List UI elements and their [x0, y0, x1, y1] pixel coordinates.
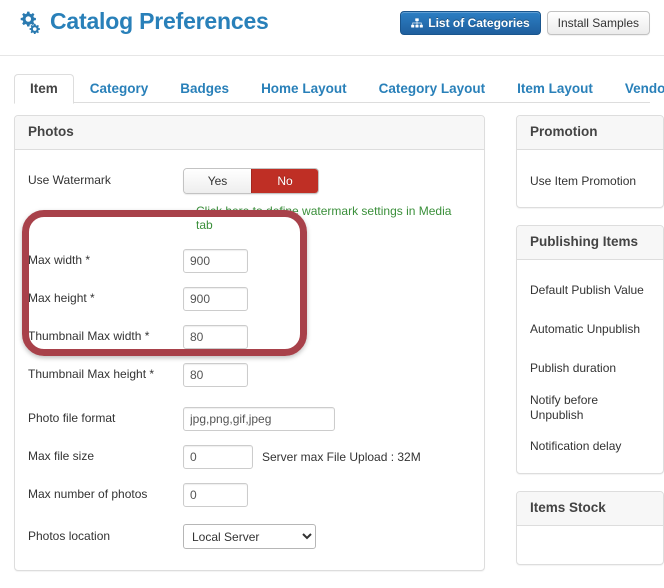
tab-category[interactable]: Category — [74, 74, 165, 104]
photos-panel-header: Photos — [15, 116, 484, 150]
list-of-categories-button[interactable]: List of Categories — [400, 11, 541, 35]
install-samples-label: Install Samples — [557, 16, 639, 30]
photo-file-format-row: Photo file format — [28, 400, 471, 438]
items-stock-panel: Items Stock — [516, 490, 664, 565]
promotion-panel: Promotion Use Item Promotion — [516, 115, 664, 208]
max-file-size-input[interactable] — [183, 444, 253, 469]
photos-location-select[interactable]: Local Server — [183, 524, 316, 550]
thumbnail-max-height-label: Thumbnail Max height * — [28, 367, 155, 382]
page-title-group: Catalog Preferences — [17, 8, 269, 35]
tab-category-layout[interactable]: Category Layout — [363, 74, 502, 104]
thumbnail-max-height-row: Thumbnail Max height * — [28, 356, 471, 394]
thumbnail-max-width-row: Thumbnail Max width * — [28, 318, 471, 356]
photos-panel-body: Use Watermark Yes No Click here to defin… — [15, 150, 484, 570]
tab-home-layout[interactable]: Home Layout — [245, 74, 363, 104]
promotion-panel-title: Promotion — [530, 124, 598, 139]
tab-item[interactable]: Item — [14, 73, 74, 104]
max-height-row: Max height * — [28, 280, 471, 318]
thumbnail-max-width-input[interactable] — [183, 324, 248, 349]
max-width-input[interactable] — [183, 248, 248, 273]
use-watermark-yes-button[interactable]: Yes — [184, 168, 251, 194]
use-watermark-row: Use Watermark Yes No — [28, 162, 471, 200]
tab-item-label: Item — [30, 80, 58, 96]
watermark-settings-link[interactable]: Click here to define watermark settings … — [28, 204, 471, 232]
tab-badges-label: Badges — [180, 80, 230, 96]
use-item-promotion-label: Use Item Promotion — [530, 173, 637, 188]
publishing-items-panel-body: Default Publish Value Automatic Unpublis… — [517, 260, 663, 473]
server-max-upload-note: Server max File Upload : 32M — [262, 449, 421, 464]
sitemap-icon — [411, 17, 424, 27]
publishing-items-panel: Publishing Items Default Publish Value A… — [516, 224, 664, 474]
photos-location-row: Photos location Local Server — [28, 518, 471, 556]
tab-vendor-layout[interactable]: Vendor Layout — [609, 74, 664, 104]
max-number-of-photos-label: Max number of photos — [28, 487, 148, 502]
items-stock-panel-header: Items Stock — [517, 491, 663, 526]
max-number-of-photos-row: Max number of photos — [28, 476, 471, 514]
photos-panel: Photos Use Watermark Yes No Click here t… — [14, 115, 485, 571]
tab-vendor-layout-label: Vendor Layout — [624, 80, 664, 96]
sidebar-column: Promotion Use Item Promotion Publishing … — [516, 115, 664, 588]
publishing-items-panel-title: Publishing Items — [530, 233, 639, 249]
promotion-panel-header: Promotion — [517, 116, 663, 150]
tab-badges[interactable]: Badges — [164, 74, 245, 104]
photo-file-format-label: Photo file format — [28, 411, 116, 426]
main-column: Photos Use Watermark Yes No Click here t… — [14, 115, 485, 588]
max-file-size-label: Max file size — [28, 449, 95, 464]
tab-item-layout[interactable]: Item Layout — [501, 74, 609, 104]
photos-panel-title: Photos — [28, 124, 74, 139]
default-publish-value-label: Default Publish Value — [530, 283, 644, 298]
max-width-row: Max width * — [28, 242, 471, 280]
page-header: Catalog Preferences List of Categories I… — [0, 0, 664, 56]
cogs-icon — [20, 11, 40, 34]
publish-duration-label: Publish duration — [530, 361, 617, 376]
header-actions: List of Categories Install Samples — [400, 11, 650, 35]
photo-file-format-input[interactable] — [183, 406, 335, 431]
thumbnail-max-height-input[interactable] — [183, 362, 248, 387]
tab-category-layout-label: Category Layout — [378, 80, 486, 96]
max-number-of-photos-input[interactable] — [183, 482, 248, 507]
max-height-label: Max height * — [28, 291, 95, 306]
tab-category-label: Category — [89, 80, 149, 96]
promotion-panel-body: Use Item Promotion — [517, 150, 663, 207]
max-width-label: Max width * — [28, 253, 91, 268]
tab-home-layout-label: Home Layout — [261, 80, 347, 96]
install-samples-button[interactable]: Install Samples — [546, 11, 650, 35]
notify-before-unpublish-label: Notify before Unpublish — [530, 392, 599, 423]
tab-item-layout-label: Item Layout — [517, 80, 593, 96]
tab-bar: Item Category Badges Home Layout Categor… — [0, 69, 664, 104]
use-watermark-label: Use Watermark — [28, 173, 111, 188]
max-file-size-row: Max file size Server max File Upload : 3… — [28, 438, 471, 476]
photos-location-label: Photos location — [28, 529, 111, 544]
content-area: Photos Use Watermark Yes No Click here t… — [0, 103, 664, 588]
notification-delay-label: Notification delay — [530, 439, 622, 454]
use-watermark-toggle[interactable]: Yes No — [183, 167, 319, 195]
max-height-input[interactable] — [183, 286, 248, 311]
page-title: Catalog Preferences — [50, 8, 269, 34]
items-stock-panel-title: Items Stock — [530, 499, 606, 515]
list-of-categories-label: List of Categories — [428, 16, 530, 30]
items-stock-panel-body — [517, 526, 663, 564]
use-watermark-no-button[interactable]: No — [251, 168, 318, 194]
thumbnail-max-width-label: Thumbnail Max width * — [28, 329, 150, 344]
publishing-items-panel-header: Publishing Items — [517, 225, 663, 260]
automatic-unpublish-label: Automatic Unpublish — [530, 322, 641, 337]
